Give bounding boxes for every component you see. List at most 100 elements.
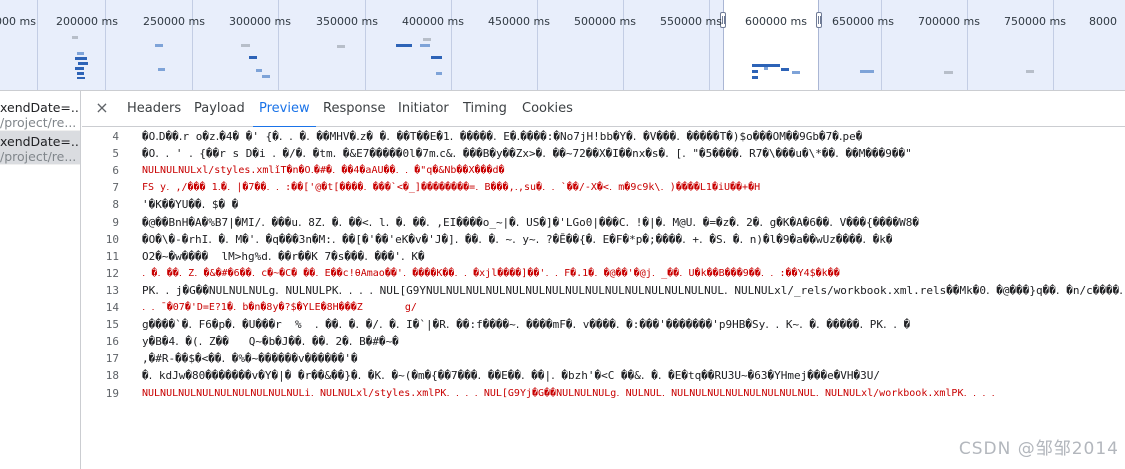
timeline-request-bar bbox=[1026, 70, 1034, 73]
line-number: 15 bbox=[105, 318, 119, 332]
line-content: O2�~�w���� lM>hg%d․ ��r��K 7�s���․ ���'․… bbox=[142, 249, 425, 263]
timeline-tick-label: 350000 ms bbox=[316, 15, 378, 28]
preview-line: 13 PK․ ․ j�G��NULNULNULg․ NULNULPK․ ․ ․ ․… bbox=[82, 282, 1125, 299]
timeline-request-bar bbox=[436, 72, 442, 75]
preview-line: 19 NULNULNULNULNULNULNULNULNULi․ NULNULxl… bbox=[82, 385, 1125, 402]
timeline-request-bar bbox=[72, 36, 78, 39]
timeline-tick bbox=[365, 0, 366, 90]
line-content: NULNULNULxl/styles.xmlǐT�n�O․�#�․ ��4�aA… bbox=[142, 165, 505, 177]
timeline-request-bar bbox=[75, 67, 84, 70]
timeline-request-bar bbox=[262, 75, 270, 78]
timeline-request-bar bbox=[337, 45, 345, 48]
line-content: NULNULNULNULNULNULNULNULNULi․ NULNULxl/s… bbox=[142, 387, 995, 399]
preview-line: 18 �․ kdJw�80�������v�Y�|� �r��&��}�․ �K․… bbox=[82, 367, 1125, 384]
timeline-tick bbox=[881, 0, 882, 90]
timeline-tick-label: 300000 ms bbox=[229, 15, 291, 28]
timeline-tick bbox=[967, 0, 968, 90]
timeline-selection-window[interactable] bbox=[720, 0, 822, 90]
timeline-request-bar bbox=[781, 68, 789, 71]
preview-line: 12 ․ �․ ��․ Z․ �&�#�6��․ c�~�C� ��․ E��c!… bbox=[82, 265, 1125, 282]
timeline-request-bar bbox=[860, 70, 874, 73]
timeline-request-bar bbox=[944, 71, 953, 74]
preview-panel[interactable]: 4 �O․D��․r o�z․�4� �' {�․ ․ �․ ��MHV�․z� … bbox=[82, 127, 1125, 469]
line-number: 19 bbox=[105, 386, 119, 400]
line-content: ․ ․ ˉ�07�'D=E?1�․ b�n�8y�?$�YLE�8H���Z g… bbox=[142, 302, 417, 313]
timeline-request-bar bbox=[77, 72, 84, 75]
timeline-request-bar bbox=[420, 44, 430, 47]
tab-cookies[interactable]: Cookies bbox=[522, 91, 573, 127]
tab-headers[interactable]: Headers bbox=[127, 91, 181, 127]
timeline-tick bbox=[451, 0, 452, 90]
line-content: y�B�4․ �(․ Z�� Q~�b�J��․ ��․ 2�․ B�#�~� bbox=[142, 335, 399, 349]
request-row[interactable]: xendDate=... /project/re... bbox=[0, 97, 80, 131]
line-content: '�K��YU��․ $� � bbox=[142, 198, 239, 212]
timeline-tick-label: 700000 ms bbox=[918, 15, 980, 28]
tab-timing[interactable]: Timing bbox=[463, 91, 507, 127]
line-number: 9 bbox=[112, 215, 119, 229]
line-number: 16 bbox=[105, 335, 119, 349]
preview-line: 4 �O․D��․r o�z․�4� �' {�․ ․ �․ ��MHV�․z� … bbox=[82, 128, 1125, 145]
preview-line: 9 �@��BnH�A�%B7|�MI/․ ���u․ 8Z․ �․ ��<․ l… bbox=[82, 214, 1125, 231]
timeline-tick bbox=[1053, 0, 1054, 90]
timeline-tick-label: 0000 ms bbox=[0, 15, 36, 28]
timeline-request-bar bbox=[155, 44, 163, 47]
line-content: ․ �․ ��․ Z․ �&�#�6��․ c�~�C� ��․ E��c!θA… bbox=[142, 267, 840, 279]
timeline-tick-label: 550000 ms bbox=[660, 15, 722, 28]
preview-line: 17 ,�#R-��$�<��․ �%�~������v������'� bbox=[82, 350, 1125, 367]
timeline-tick-label: 750000 ms bbox=[1004, 15, 1066, 28]
timeline-request-bar bbox=[792, 71, 800, 74]
timeline-tick bbox=[278, 0, 279, 90]
line-number: 13 bbox=[105, 283, 119, 297]
tab-initiator[interactable]: Initiator bbox=[398, 91, 449, 127]
timeline-tick-label: 8000 bbox=[1089, 15, 1117, 28]
timeline-request-bar bbox=[752, 76, 758, 79]
preview-line: 6 NULNULNULxl/styles.xmlǐT�n�O․�#�․ ��4�a… bbox=[82, 162, 1125, 179]
timeline-request-bar bbox=[752, 70, 758, 73]
line-content: �․ kdJw�80�������v�Y�|� �r��&��}�․ �K․ �… bbox=[142, 369, 881, 383]
preview-line: 15 g����`�․ F6�p�․ �U���r % ․ ��․ �․ �/․ … bbox=[82, 316, 1125, 333]
preview-line: 16 y�B�4․ �(․ Z�� Q~�b�J��․ ��․ 2�․ B�#�~… bbox=[82, 333, 1125, 350]
line-content: �O․D��․r o�z․�4� �' {�․ ․ �․ ��MHV�․z� �… bbox=[142, 130, 863, 143]
line-content: PK․ ․ j�G��NULNULNULg․ NULNULPK․ ․ ․ ․ N… bbox=[142, 283, 1125, 297]
timeline-tick-label: 400000 ms bbox=[402, 15, 464, 28]
timeline-tick bbox=[192, 0, 193, 90]
tab-preview[interactable]: Preview bbox=[253, 91, 316, 128]
line-number: 4 bbox=[112, 130, 119, 143]
preview-line: 5 �O․ ․ ' ․ {��r s D�i ․ �/�․ �tm․ �&E7��… bbox=[82, 145, 1125, 162]
timeline-request-bar bbox=[77, 77, 85, 79]
timeline-overview[interactable]: 0000 ms 200000 ms 250000 ms 300000 ms 350000… bbox=[0, 0, 1125, 91]
line-content: �O�\�-�rhI․ �․ M�'․ �q���3n�M:․ ��[�'��'… bbox=[142, 232, 893, 246]
timeline-tick-label: 250000 ms bbox=[143, 15, 205, 28]
timeline-request-bar bbox=[764, 67, 768, 70]
timeline-right-handle[interactable] bbox=[816, 12, 822, 28]
timeline-request-bar bbox=[256, 69, 262, 72]
line-content: FS y․ ,/��� 1․�․ |�7��․ ․ :��['@�t[����․… bbox=[142, 182, 761, 194]
tab-response[interactable]: Response bbox=[323, 91, 385, 127]
line-content: �O․ ․ ' ․ {��r s D�i ․ �/�․ �tm․ �&E7���… bbox=[142, 147, 912, 161]
timeline-tick bbox=[37, 0, 38, 90]
timeline-request-bar bbox=[241, 44, 250, 47]
request-path: /project/re... bbox=[0, 149, 77, 164]
line-number: 11 bbox=[105, 249, 119, 263]
request-list: xendDate=... /project/re... xendDate=...… bbox=[0, 91, 81, 469]
timeline-request-bar bbox=[77, 52, 84, 55]
timeline-tick-label: 500000 ms bbox=[574, 15, 636, 28]
preview-line: 11 O2�~�w���� lM>hg%d․ ��r��K 7�s���․ ���… bbox=[82, 248, 1125, 265]
close-icon[interactable]: × bbox=[94, 100, 110, 116]
preview-line: 14 ․ ․ ˉ�07�'D=E?1�․ b�n�8y�?$�YLE�8H���Z… bbox=[82, 299, 1125, 316]
line-number: 7 bbox=[112, 181, 119, 195]
timeline-tick-label: 600000 ms bbox=[745, 15, 807, 28]
preview-line: 7 FS y․ ,/��� 1․�․ |�7��․ ․ :��['@�t[����… bbox=[82, 179, 1125, 196]
line-number: 10 bbox=[105, 232, 119, 246]
preview-line: 8 '�K��YU��․ $� � bbox=[82, 196, 1125, 213]
tab-payload[interactable]: Payload bbox=[194, 91, 245, 127]
line-content: �@��BnH�A�%B7|�MI/․ ���u․ 8Z․ �․ ��<․ l․… bbox=[142, 215, 920, 229]
request-row-selected[interactable]: xendDate=... /project/re... bbox=[0, 131, 80, 165]
line-number: 14 bbox=[105, 301, 119, 314]
line-number: 6 bbox=[112, 164, 119, 178]
line-content: ,�#R-��$�<��․ �%�~������v������'� bbox=[142, 352, 358, 366]
request-name: xendDate=... bbox=[0, 134, 80, 149]
timeline-request-bar bbox=[423, 38, 431, 41]
detail-tabs-bar: × Headers Payload Preview Response Initi… bbox=[82, 91, 1125, 128]
request-path: /project/re... bbox=[0, 115, 77, 130]
